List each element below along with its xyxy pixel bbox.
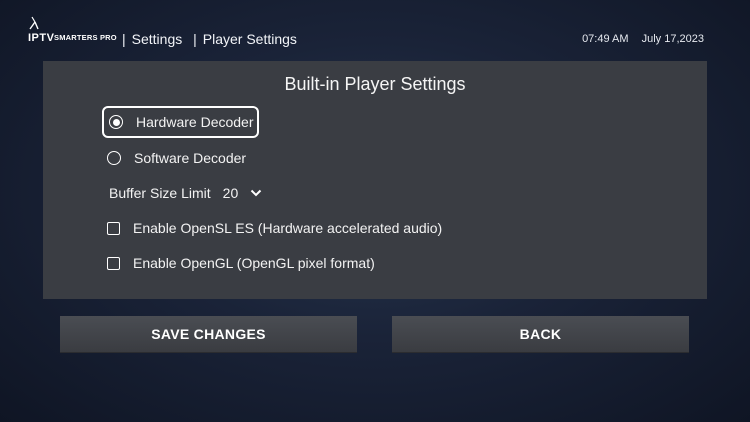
page-title: Player Settings	[202, 31, 297, 47]
header: IPTV SMARTERS PRO | Settings | Player Sett…	[0, 0, 750, 60]
breadcrumb: | Settings | Player Settings	[118, 31, 297, 47]
current-date: July 17,2023	[641, 33, 704, 45]
chevron-down-icon	[250, 189, 262, 197]
opensl-es-label: Enable OpenSL ES (Hardware accelerated a…	[133, 220, 443, 236]
buffer-size-label: Buffer Size Limit	[109, 185, 211, 201]
buffer-size-select[interactable]: Buffer Size Limit 20	[109, 182, 262, 204]
opensl-es-checkbox[interactable]: Enable OpenSL ES (Hardware accelerated a…	[107, 212, 442, 244]
iptv-smarters-logo: IPTV SMARTERS PRO	[22, 16, 122, 52]
player-settings-panel: Built-in Player Settings Hardware Decode…	[43, 61, 707, 299]
save-changes-button[interactable]: SAVE CHANGES	[60, 316, 357, 353]
buffer-size-value: 20	[222, 185, 239, 201]
software-decoder-radio[interactable]: Software Decoder	[107, 142, 246, 174]
current-time: 07:49 AM	[582, 33, 629, 45]
tv-antenna-icon	[29, 16, 39, 30]
logo-iptv-text: IPTV	[28, 32, 55, 44]
panel-title: Built-in Player Settings	[284, 74, 466, 94]
opengl-checkbox[interactable]: Enable OpenGL (OpenGL pixel format)	[107, 247, 375, 279]
breadcrumb-separator: |	[193, 31, 197, 47]
radio-unselected-icon	[107, 151, 121, 165]
clock: 07:49 AM July 17,2023	[582, 33, 704, 45]
logo-brand-text: SMARTERS PRO	[54, 33, 117, 42]
checkbox-unchecked-icon	[107, 221, 120, 235]
breadcrumb-settings: Settings	[131, 31, 183, 47]
hardware-decoder-radio[interactable]: Hardware Decoder	[102, 106, 259, 138]
software-decoder-label: Software Decoder	[134, 150, 247, 166]
opengl-label: Enable OpenGL (OpenGL pixel format)	[133, 255, 375, 271]
radio-selected-icon	[109, 115, 123, 129]
hardware-decoder-label: Hardware Decoder	[136, 114, 254, 130]
breadcrumb-separator: |	[122, 31, 126, 47]
checkbox-unchecked-icon	[107, 256, 120, 270]
back-button[interactable]: BACK	[392, 316, 689, 353]
